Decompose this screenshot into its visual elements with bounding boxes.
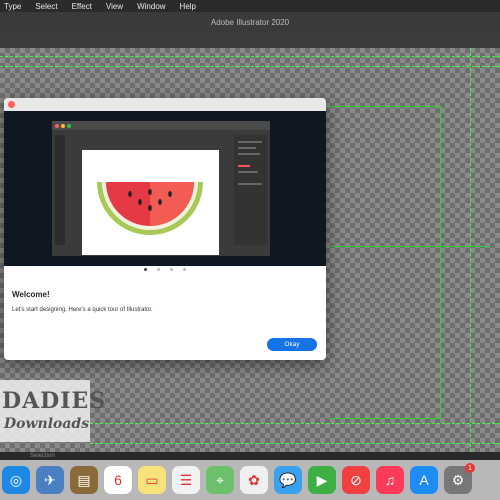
reminders-icon[interactable]: ☰ <box>172 466 200 494</box>
system-preferences-icon[interactable]: ⚙ 1 <box>444 463 475 494</box>
pagination-dot[interactable] <box>170 268 173 271</box>
menu-view[interactable]: View <box>106 2 123 11</box>
watermark-line1: DADIES <box>2 388 107 414</box>
maps-icon[interactable]: ⌖ <box>206 466 234 494</box>
calendar-glyph: 6 <box>114 472 122 488</box>
notes-icon[interactable]: ▭ <box>138 466 166 494</box>
okay-button[interactable]: Okay <box>267 338 317 351</box>
guide-line <box>90 423 500 424</box>
pagination-dot[interactable] <box>144 268 147 271</box>
control-toolbar <box>0 32 500 49</box>
guide-line <box>470 48 471 452</box>
maps-glyph: ⌖ <box>216 471 224 488</box>
status-tool-label: Selection <box>30 453 55 459</box>
window-titlebar: Adobe Illustrator 2020 <box>0 12 500 32</box>
pagination-dot[interactable] <box>183 268 186 271</box>
watermark-logo: DADIES Downloads <box>0 380 105 442</box>
appstore-icon[interactable]: A <box>410 466 438 494</box>
preview-min-dot <box>61 124 65 128</box>
appstore-glyph: A <box>419 472 429 488</box>
messages-glyph: 💬 <box>279 471 297 488</box>
facetime-icon[interactable]: ▶ <box>308 466 336 494</box>
safari-glyph: ◎ <box>9 471 23 488</box>
mail-icon[interactable]: ✈ <box>36 466 64 494</box>
menu-window[interactable]: Window <box>137 2 165 11</box>
artboard-edge <box>440 106 441 418</box>
pagination-dot[interactable] <box>157 268 160 271</box>
guide-line <box>0 66 500 67</box>
menu-bar: Type Select Effect View Window Help <box>0 0 500 12</box>
photos-glyph: ✿ <box>248 471 260 488</box>
tour-hero-image <box>4 111 326 266</box>
news-icon[interactable]: ⊘ <box>342 466 370 494</box>
preview-close-dot <box>55 124 59 128</box>
watermelon-illustration <box>97 182 203 235</box>
messages-icon[interactable]: 💬 <box>274 466 302 494</box>
preview-panel-bar <box>238 183 262 185</box>
guide-line <box>90 443 500 444</box>
macos-dock: ◎ ✈ ▤ 6 ▭ ☰ ⌖ ✿ 💬 ▶ ⊘ ♫ A ⚙ 1 <box>0 460 500 500</box>
status-bar: Selection <box>0 452 500 460</box>
mail-glyph: ✈ <box>44 471 56 488</box>
artboard-edge <box>330 246 490 247</box>
preview-panel-bar <box>238 153 260 155</box>
close-icon[interactable] <box>8 101 15 108</box>
notebook-glyph: ▤ <box>77 471 91 488</box>
watermark-line2: Downloads <box>4 416 90 432</box>
artboard-edge <box>330 418 441 419</box>
calendar-icon[interactable]: 6 <box>104 466 132 494</box>
preview-panel-bar <box>238 147 256 149</box>
preview-titlebar <box>52 121 270 130</box>
window-title: Adobe Illustrator 2020 <box>210 17 290 27</box>
notes-glyph: ▭ <box>145 471 159 488</box>
music-glyph: ♫ <box>384 472 396 488</box>
news-glyph: ⊘ <box>350 471 362 488</box>
preview-toolbar <box>55 135 65 245</box>
photos-icon[interactable]: ✿ <box>240 466 268 494</box>
dialog-body-text: Let's start designing. Here's a quick to… <box>12 307 153 313</box>
welcome-dialog: Welcome! Let's start designing. Here's a… <box>4 98 326 360</box>
preview-panel-bar <box>238 171 258 173</box>
preview-panel-bar <box>238 141 262 143</box>
illustrator-preview <box>52 121 270 256</box>
menu-help[interactable]: Help <box>180 2 196 11</box>
menu-effect[interactable]: Effect <box>72 2 92 11</box>
preview-properties-panel <box>234 135 267 245</box>
menu-type[interactable]: Type <box>4 2 21 11</box>
notification-badge: 1 <box>465 463 475 473</box>
safari-icon[interactable]: ◎ <box>2 466 30 494</box>
preview-panel-bar <box>238 165 250 167</box>
guide-line <box>0 56 500 57</box>
menu-select[interactable]: Select <box>35 2 57 11</box>
artboard-edge <box>330 106 440 107</box>
dialog-titlebar <box>4 98 326 111</box>
preview-max-dot <box>67 124 71 128</box>
music-icon[interactable]: ♫ <box>376 466 404 494</box>
tour-pagination <box>4 268 326 271</box>
dialog-title: Welcome! <box>12 290 50 299</box>
preview-artboard <box>82 150 219 255</box>
notebook-icon[interactable]: ▤ <box>70 466 98 494</box>
facetime-glyph: ▶ <box>316 471 328 488</box>
reminders-glyph: ☰ <box>179 471 193 488</box>
system-preferences-glyph: ⚙ <box>451 471 465 488</box>
